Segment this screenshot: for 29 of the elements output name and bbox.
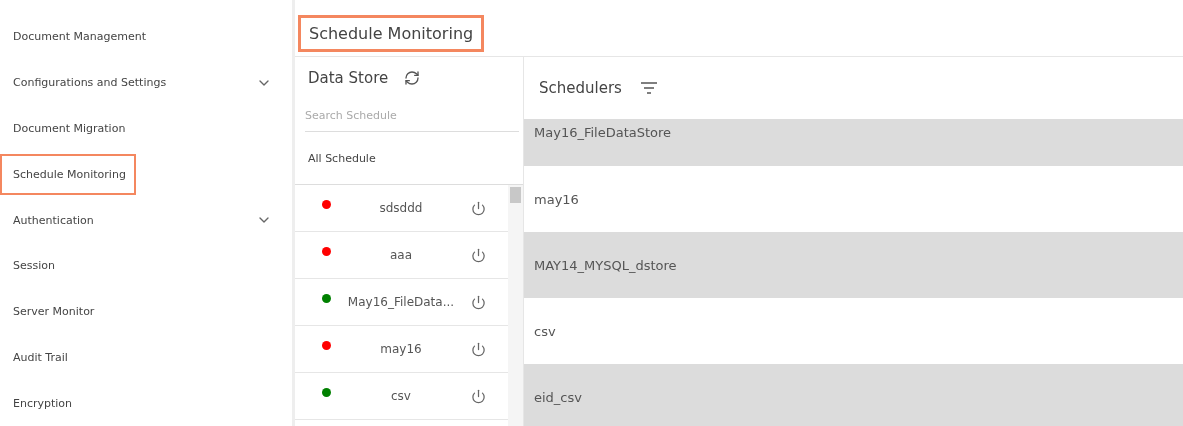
sidebar-item[interactable]: Configurations and Settings <box>0 62 177 104</box>
filter-icon[interactable] <box>639 81 658 95</box>
power-icon[interactable] <box>471 294 486 310</box>
scrollbar[interactable] <box>508 185 523 426</box>
power-icon[interactable] <box>471 200 486 216</box>
filter-label[interactable]: All Schedule <box>308 151 376 165</box>
panel-title: Data Store <box>308 69 389 87</box>
scheduler-row[interactable]: MAY14_MYSQL_dstore <box>524 232 1183 298</box>
schedule-name[interactable]: May16_FileData... <box>331 295 471 309</box>
power-icon[interactable] <box>471 247 486 263</box>
sidebar-item[interactable]: Document Management <box>0 16 156 58</box>
power-icon[interactable] <box>471 341 486 357</box>
panel-title: Schedulers <box>539 79 622 97</box>
schedule-name[interactable]: csv <box>331 389 471 403</box>
sidebar-item[interactable]: Audit Trail <box>0 336 78 378</box>
sidebar-item[interactable]: Encryption <box>0 382 83 424</box>
sidebar-item[interactable]: Session <box>0 245 65 287</box>
sidebar-item[interactable]: Authentication <box>0 199 104 241</box>
sidebar-item[interactable]: Document Migration <box>0 107 136 149</box>
scheduler-row[interactable]: May16_FileDataStore <box>524 119 1183 166</box>
schedule-name[interactable]: aaa <box>331 248 471 262</box>
schedule-name[interactable]: may16 <box>331 342 471 356</box>
scheduler-row[interactable]: eid_csv <box>524 364 1183 426</box>
schedule-name[interactable]: sdsddd <box>331 201 471 215</box>
sidebar-item[interactable]: Server Monitor <box>0 291 105 333</box>
refresh-icon[interactable] <box>404 70 421 86</box>
sidebar-item[interactable]: Schedule Monitoring <box>0 153 136 195</box>
power-icon[interactable] <box>471 388 486 404</box>
page-title: Schedule Monitoring <box>298 15 485 52</box>
